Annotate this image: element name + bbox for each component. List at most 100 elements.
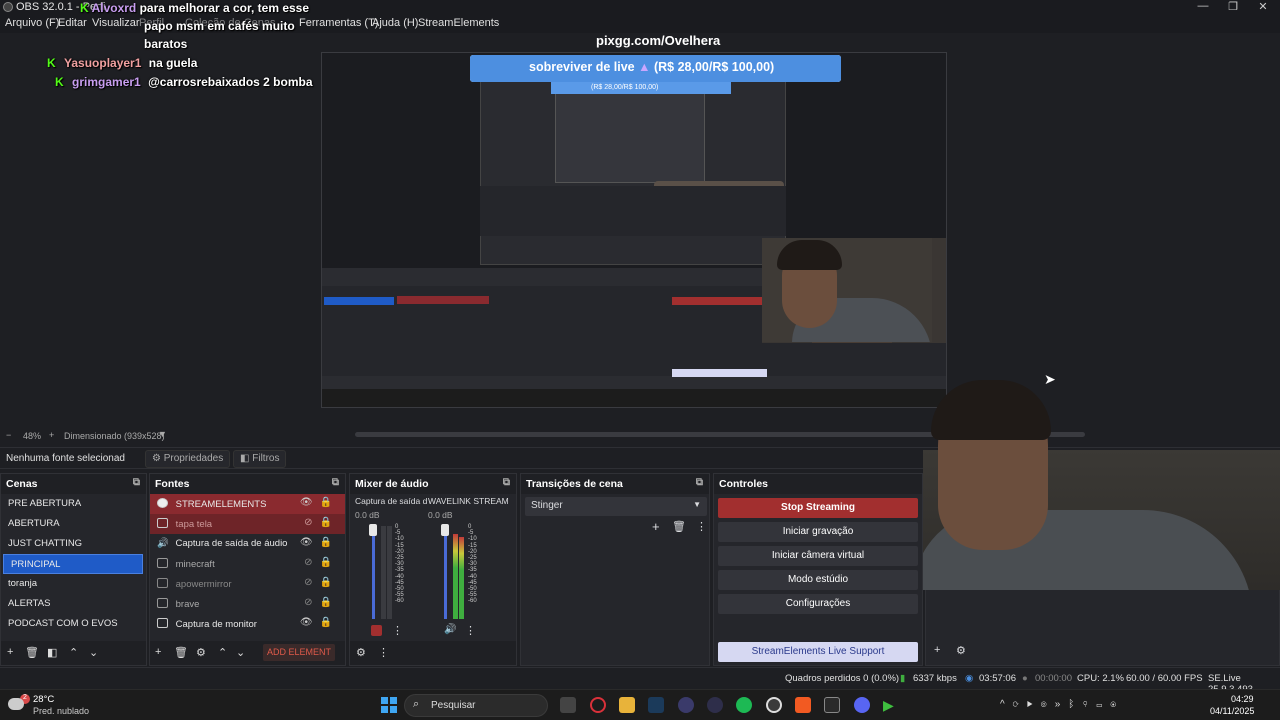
discord-icon[interactable]: [854, 697, 870, 713]
chevron-down-icon[interactable]: ⌄: [236, 646, 245, 659]
tray-icons[interactable]: ^⟳▶◎»ᛒ⚲▭◉: [1000, 699, 1124, 710]
eye-lock-icons[interactable]: 👁🔒: [300, 537, 339, 548]
undock-icon[interactable]: ⧉: [332, 477, 339, 488]
volume-fader[interactable]: [444, 529, 447, 619]
gear-icon[interactable]: ⚙: [196, 646, 206, 659]
more-icon[interactable]: ⋮: [696, 520, 707, 533]
scene-item[interactable]: PRE ABERTURA: [1, 494, 146, 514]
undock-icon[interactable]: ⧉: [133, 477, 140, 488]
more-icon[interactable]: ⋮: [465, 624, 476, 637]
monitor-icon: [157, 618, 168, 628]
brave-icon[interactable]: [795, 697, 811, 713]
task-view-icon[interactable]: [560, 697, 576, 713]
menu-file[interactable]: Arquivo (F): [5, 17, 59, 29]
add-transition-icon[interactable]: +: [652, 519, 660, 534]
sources-title-text: Fontes: [155, 478, 190, 490]
add-element-button[interactable]: ADD ELEMENT: [263, 644, 335, 661]
trash-icon[interactable]: 🗑: [25, 646, 39, 659]
source-item[interactable]: brave ⊘🔒: [150, 594, 345, 614]
start-recording-button[interactable]: Iniciar gravação: [718, 522, 918, 542]
transition-select[interactable]: Stinger ▼: [525, 497, 707, 516]
volume-fader[interactable]: [372, 529, 375, 619]
menu-edit[interactable]: Editar: [58, 17, 87, 29]
spotify-icon[interactable]: [736, 697, 752, 713]
menu-streamelements[interactable]: StreamElements: [418, 17, 499, 29]
gear-icon[interactable]: ⚙: [956, 644, 966, 657]
scale-dropdown-icon[interactable]: ▼: [158, 429, 167, 439]
gear-icon[interactable]: ⚙: [356, 646, 366, 659]
add-scene-icon[interactable]: +: [7, 646, 13, 658]
zoom-out-button[interactable]: −: [6, 430, 11, 440]
scene-item[interactable]: ALERTAS: [1, 594, 146, 614]
source-item[interactable]: tapa tela ⊘🔒: [150, 514, 345, 534]
app-icon[interactable]: [824, 697, 840, 713]
file-explorer-icon[interactable]: [619, 697, 635, 713]
more-icon[interactable]: ⋮: [378, 646, 389, 659]
minimize-button[interactable]: —: [1188, 0, 1218, 15]
filters-button[interactable]: ◧ Filtros: [233, 450, 287, 468]
undock-icon[interactable]: ⧉: [503, 477, 510, 488]
stop-streaming-button[interactable]: Stop Streaming: [718, 498, 918, 518]
obs-logo-icon: [3, 2, 13, 12]
scene-item[interactable]: toranja: [1, 574, 146, 594]
chevron-up-icon[interactable]: ⌃: [69, 646, 78, 659]
close-button[interactable]: ✕: [1248, 0, 1278, 15]
zoom-in-button[interactable]: +: [49, 430, 54, 440]
obs-taskbar-icon[interactable]: [766, 697, 782, 713]
window-icon: [157, 598, 168, 608]
undock-icon[interactable]: ⧉: [696, 477, 703, 488]
properties-label: Propriedades: [163, 453, 224, 464]
menu-tools[interactable]: Ferramentas (T): [299, 17, 378, 29]
properties-button[interactable]: ⚙ Propriedades: [145, 450, 231, 468]
menu-help[interactable]: Ajuda (H): [372, 17, 418, 29]
studio-mode-button[interactable]: Modo estúdio: [718, 570, 918, 590]
scene-item[interactable]: PODCAST COM O EVOS: [1, 614, 146, 634]
app-icon[interactable]: [707, 697, 723, 713]
eye-lock-icons[interactable]: 👁🔒: [300, 617, 339, 628]
more-icon[interactable]: ⋮: [392, 624, 403, 637]
mute-icon[interactable]: [371, 625, 382, 636]
start-virtual-camera-button[interactable]: Iniciar câmera virtual: [718, 546, 918, 566]
windows-start-icon[interactable]: [381, 697, 397, 713]
channel-name: WAVELINK STREAM: [428, 496, 509, 506]
chevron-up-icon[interactable]: ⌃: [218, 646, 227, 659]
speaker-icon[interactable]: 🔊: [444, 624, 456, 635]
app-icon[interactable]: [678, 697, 694, 713]
source-item[interactable]: Captura de monitor 👁🔒: [150, 614, 345, 634]
fader-knob[interactable]: [369, 524, 377, 536]
maximize-button[interactable]: ❐: [1218, 0, 1248, 15]
eye-lock-icons[interactable]: 👁🔒: [300, 497, 339, 508]
mouse-cursor-icon: ➤: [1044, 371, 1056, 387]
source-item[interactable]: minecraft ⊘🔒: [150, 554, 345, 574]
add-source-icon[interactable]: +: [155, 646, 161, 658]
trash-icon[interactable]: 🗑: [174, 646, 188, 659]
transitions-title-text: Transições de cena: [526, 478, 623, 490]
chevron-down-icon[interactable]: ⌄: [89, 646, 98, 659]
add-icon[interactable]: +: [934, 644, 940, 656]
kick-icon[interactable]: ▶: [883, 697, 899, 713]
eye-slash-lock-icons[interactable]: ⊘🔒: [304, 517, 339, 528]
source-item[interactable]: 🔊 Captura de saída de áudio 👁🔒: [150, 534, 345, 554]
settings-button[interactable]: Configurações: [718, 594, 918, 614]
scene-item[interactable]: JUST CHATTING: [1, 534, 146, 554]
channel-db: 0.0 dB: [428, 510, 453, 520]
eye-slash-lock-icons[interactable]: ⊘🔒: [304, 557, 339, 568]
signal-icon: ▮: [900, 673, 906, 684]
menu-view[interactable]: Visualizar: [92, 17, 140, 29]
trash-icon[interactable]: 🗑: [672, 520, 686, 533]
steam-icon[interactable]: [648, 697, 664, 713]
weather-widget[interactable]: 2 28°C Pred. nublado: [8, 694, 118, 718]
chat-user: Alvoxrd: [91, 1, 137, 15]
taskbar-search[interactable]: ⌕ Pesquisar: [404, 694, 548, 717]
eye-slash-lock-icons[interactable]: ⊘🔒: [304, 577, 339, 588]
opera-icon[interactable]: [590, 697, 606, 713]
source-item[interactable]: apowermirror ⊘🔒: [150, 574, 345, 594]
filter-icon[interactable]: ◧: [47, 646, 57, 659]
live-support-button[interactable]: StreamElements Live Support: [718, 642, 918, 662]
fader-knob[interactable]: [441, 524, 449, 536]
source-item[interactable]: STREAMELEMENTS 👁🔒: [150, 494, 345, 514]
scene-item[interactable]: ABERTURA: [1, 514, 146, 534]
scene-item-selected[interactable]: PRINCIPAL: [3, 554, 143, 574]
status-bar: Quadros perdidos 0 (0.0%) ▮ 6337 kbps ◉ …: [0, 667, 1280, 695]
eye-slash-lock-icons[interactable]: ⊘🔒: [304, 597, 339, 608]
